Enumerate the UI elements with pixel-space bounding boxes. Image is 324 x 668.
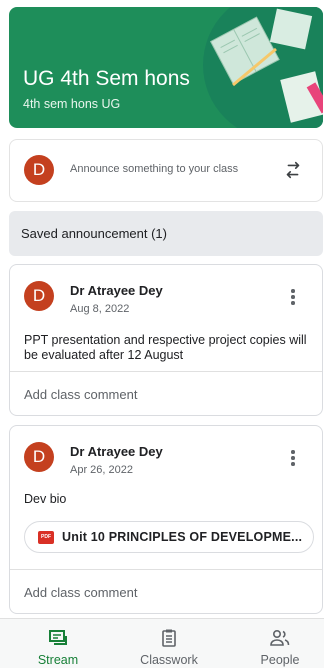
more-options-icon[interactable] <box>290 450 296 468</box>
class-subtitle: 4th sem hons UG <box>23 97 121 111</box>
post-body: PPT presentation and respective project … <box>24 333 307 362</box>
class-banner[interactable]: UG 4th Sem hons 4th sem hons UG <box>9 7 323 128</box>
post-card[interactable]: D Dr Atrayee Dey Apr 26, 2022 Dev bio PD… <box>9 425 323 614</box>
repost-icon[interactable] <box>282 159 304 181</box>
more-options-icon[interactable] <box>290 289 296 307</box>
saved-announcement-bar[interactable]: Saved announcement (1) <box>9 211 323 256</box>
avatar: D <box>24 155 54 185</box>
post-body: Dev bio <box>24 492 67 506</box>
post-author: Dr Atrayee Dey <box>70 444 163 459</box>
avatar: D <box>24 281 54 311</box>
bottom-navigation: Stream Classwork People <box>0 618 324 668</box>
nav-classwork[interactable]: Classwork <box>115 619 223 668</box>
nav-label: People <box>260 653 300 667</box>
avatar: D <box>24 442 54 472</box>
post-date: Apr 26, 2022 <box>70 464 133 476</box>
add-class-comment[interactable]: Add class comment <box>24 387 137 402</box>
post-card[interactable]: D Dr Atrayee Dey Aug 8, 2022 PPT present… <box>9 264 323 416</box>
stream-icon <box>49 630 67 645</box>
pdf-icon: PDF <box>38 531 54 544</box>
saved-announcement-label: Saved announcement (1) <box>21 226 167 241</box>
post-date: Aug 8, 2022 <box>70 303 130 315</box>
banner-illustration <box>203 7 323 128</box>
announce-card[interactable]: D Announce something to your class <box>9 139 323 202</box>
nav-label: Classwork <box>140 653 198 667</box>
divider <box>10 569 322 570</box>
add-class-comment[interactable]: Add class comment <box>24 585 137 600</box>
class-title: UG 4th Sem hons <box>23 67 190 90</box>
attachment-name: Unit 10 PRINCIPLES OF DEVELOPME... <box>62 530 303 544</box>
announce-input[interactable]: Announce something to your class <box>70 163 238 175</box>
classwork-icon <box>162 629 176 647</box>
attachment-chip[interactable]: PDF Unit 10 PRINCIPLES OF DEVELOPME... <box>24 521 314 553</box>
nav-people[interactable]: People <box>226 619 324 668</box>
divider <box>10 371 322 372</box>
post-author: Dr Atrayee Dey <box>70 283 163 298</box>
people-icon <box>270 629 290 646</box>
nav-stream[interactable]: Stream <box>4 619 112 668</box>
nav-label: Stream <box>37 653 79 667</box>
